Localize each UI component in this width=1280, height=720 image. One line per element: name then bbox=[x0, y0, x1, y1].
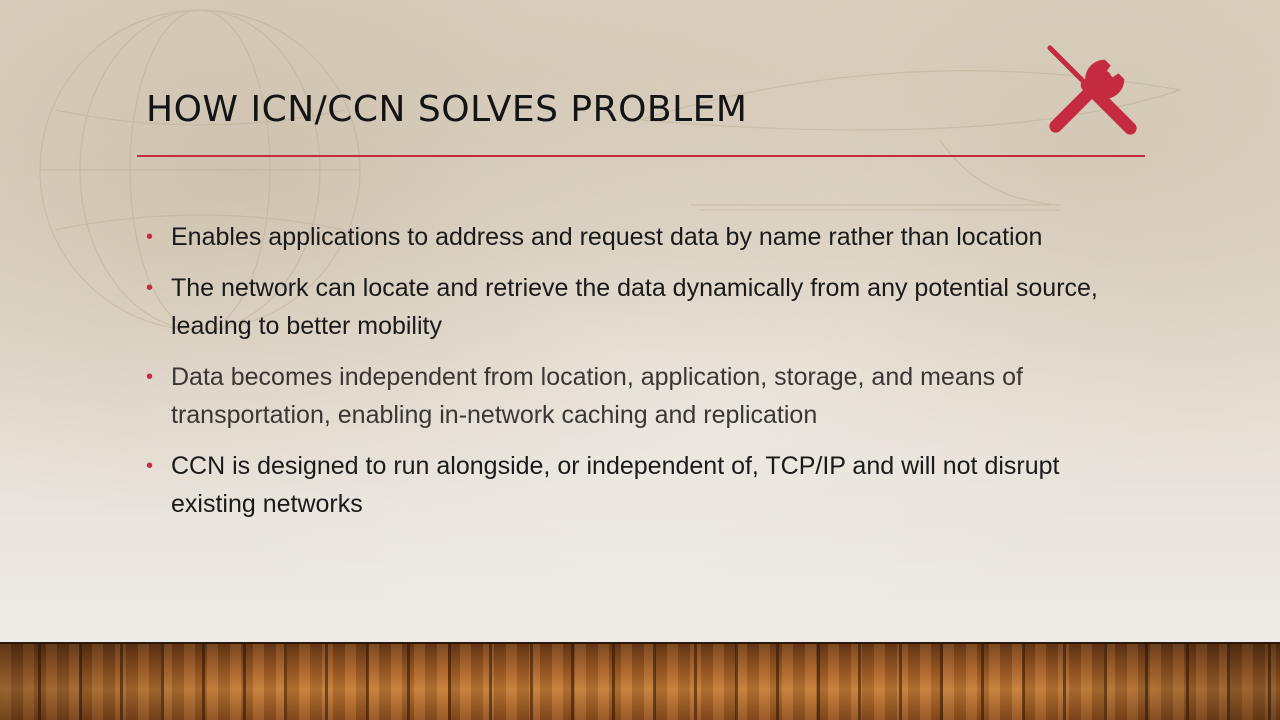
wood-floor-decoration bbox=[0, 642, 1280, 720]
slide: HOW ICN/CCN SOLVES PROBLEM • Enables app… bbox=[0, 0, 1280, 642]
bullet-marker: • bbox=[146, 455, 154, 477]
bullet-text: Data becomes independent from location, … bbox=[171, 363, 1023, 429]
bullet-marker: • bbox=[146, 226, 154, 248]
bullet-text: The network can locate and retrieve the … bbox=[171, 274, 1098, 340]
title-divider bbox=[137, 155, 1145, 157]
bullet-text: CCN is designed to run alongside, or ind… bbox=[171, 452, 1060, 518]
bullet-marker: • bbox=[146, 366, 154, 388]
floor-shading bbox=[0, 644, 1280, 720]
bullet-item: • The network can locate and retrieve th… bbox=[146, 269, 1136, 345]
bullet-text: Enables applications to address and requ… bbox=[171, 223, 1043, 251]
bullet-item: • Enables applications to address and re… bbox=[146, 218, 1136, 256]
bullet-list: • Enables applications to address and re… bbox=[146, 218, 1136, 536]
tools-icon bbox=[1047, 45, 1137, 135]
bullet-item: • Data becomes independent from location… bbox=[146, 358, 1136, 434]
bullet-item: • CCN is designed to run alongside, or i… bbox=[146, 447, 1136, 523]
slide-title: HOW ICN/CCN SOLVES PROBLEM bbox=[146, 89, 748, 130]
bullet-marker: • bbox=[146, 277, 154, 299]
